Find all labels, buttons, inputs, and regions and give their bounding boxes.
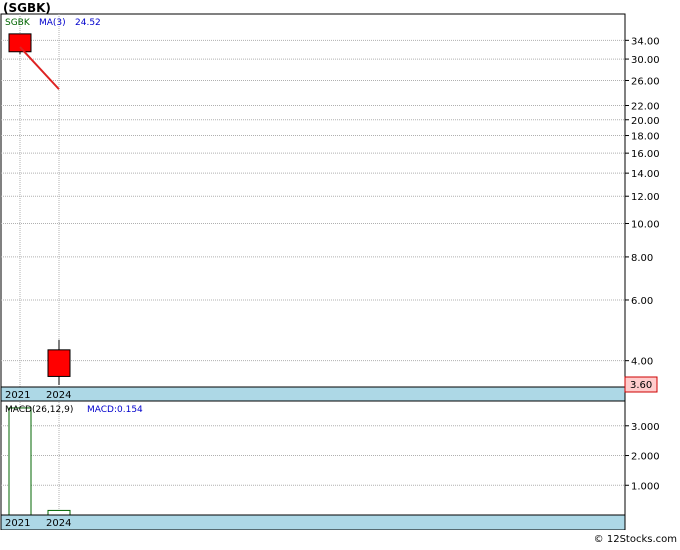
price-x-label-2024: 2024 <box>46 390 71 401</box>
macd-tick-label: 1.000 <box>631 481 660 492</box>
price-tick-label: 10.00 <box>631 220 660 231</box>
price-tick-label: 12.00 <box>631 192 660 203</box>
stock-chart: (SGBK) 34.00 30.00 26.00 22.00 20.00 18.00 16.… <box>0 0 680 546</box>
price-tick-label: 4.00 <box>631 357 653 368</box>
price-x-label-2021: 2021 <box>5 390 30 401</box>
ticker-label: SGBK <box>5 18 31 28</box>
price-tick-label: 16.00 <box>631 149 660 160</box>
macd-tick-label: 2.000 <box>631 452 660 463</box>
price-tick-label: 22.00 <box>631 101 660 112</box>
price-tick-label: 6.00 <box>631 296 653 307</box>
price-x-axis-strip <box>0 386 626 402</box>
macd-value-label: MACD:0.154 <box>87 405 143 415</box>
macd-tick-label: 3.000 <box>631 422 660 433</box>
price-tick-label: 18.00 <box>631 132 660 143</box>
macd-bar <box>47 509 71 516</box>
chart-background <box>0 0 680 546</box>
candle-body <box>47 349 71 377</box>
copyright-text[interactable]: © 12Stocks.com <box>594 534 677 545</box>
footer-bar <box>0 530 680 546</box>
macd-x-label-2021: 2021 <box>5 518 30 529</box>
price-tick-label: 14.00 <box>631 169 660 180</box>
macd-bar <box>8 407 32 516</box>
price-tick-label: 20.00 <box>631 116 660 127</box>
price-tick-label: 30.00 <box>631 55 660 66</box>
price-tick-label: 26.00 <box>631 76 660 87</box>
price-tick-label: 8.00 <box>631 253 653 264</box>
ma-value: 24.52 <box>75 18 101 28</box>
candle-body <box>8 33 32 53</box>
macd-x-axis-strip <box>0 514 626 531</box>
price-tick-label: 34.00 <box>631 36 660 47</box>
last-price-value: 3.60 <box>630 380 652 391</box>
macd-label: MACD(26,12,9) <box>5 405 73 415</box>
macd-axis: 3.000 2.000 1.000 <box>625 422 660 492</box>
chart-title: (SGBK) <box>3 1 51 15</box>
macd-x-label-2024: 2024 <box>46 518 71 529</box>
ma-label: MA(3) <box>39 18 66 28</box>
